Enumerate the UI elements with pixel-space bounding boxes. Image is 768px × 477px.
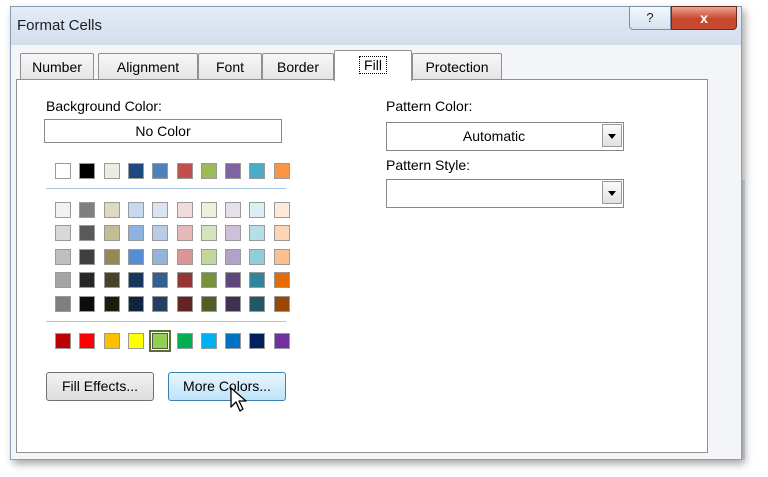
theme-tint-swatch[interactable] (127, 295, 144, 312)
theme-tint-swatch[interactable] (152, 272, 169, 289)
tab-alignment[interactable]: Alignment (98, 53, 198, 80)
no-color-button[interactable]: No Color (44, 119, 282, 143)
theme-color-swatch[interactable] (127, 163, 144, 179)
theme-color-swatch[interactable] (152, 163, 169, 179)
standard-color-swatch[interactable] (79, 333, 96, 349)
more-colors-button[interactable]: More Colors... (168, 372, 286, 401)
pattern-color-label: Pattern Color: (386, 98, 473, 114)
theme-tint-swatch[interactable] (225, 248, 242, 265)
theme-tint-swatch[interactable] (200, 225, 217, 242)
chevron-down-icon[interactable] (602, 124, 622, 147)
fill-effects-button[interactable]: Fill Effects... (46, 372, 154, 401)
tab-fill-label: Fill (359, 56, 387, 74)
theme-tint-swatch[interactable] (176, 225, 193, 242)
theme-tint-swatch[interactable] (55, 272, 71, 289)
theme-tint-swatch[interactable] (79, 272, 96, 289)
theme-tint-swatch[interactable] (225, 225, 242, 242)
help-button[interactable]: ? (629, 6, 671, 30)
tab-font[interactable]: Font (198, 53, 262, 80)
tab-number[interactable]: Number (20, 53, 94, 80)
theme-tint-swatch[interactable] (200, 248, 217, 265)
theme-tint-swatch[interactable] (103, 272, 120, 289)
theme-tint-swatch[interactable] (176, 202, 193, 218)
pattern-style-dropdown[interactable] (386, 179, 624, 208)
theme-tint-swatch[interactable] (249, 272, 266, 289)
theme-tint-swatch[interactable] (273, 248, 290, 265)
theme-tint-swatch[interactable] (152, 295, 169, 312)
theme-tint-swatch[interactable] (127, 202, 144, 218)
tab-protection[interactable]: Protection (412, 53, 502, 80)
theme-color-swatch[interactable] (200, 163, 217, 179)
standard-color-swatch[interactable] (149, 330, 172, 352)
theme-tint-swatch[interactable] (176, 248, 193, 265)
theme-tint-swatch[interactable] (273, 295, 290, 312)
theme-tint-swatch[interactable] (225, 202, 242, 218)
theme-tint-swatch[interactable] (225, 272, 242, 289)
theme-tint-swatch[interactable] (55, 225, 71, 242)
theme-tint-swatch[interactable] (200, 272, 217, 289)
palette-separator (46, 321, 286, 322)
theme-color-swatch[interactable] (176, 163, 193, 179)
dialog-title: Format Cells (17, 17, 103, 34)
theme-tint-swatch[interactable] (79, 295, 96, 312)
theme-color-swatch[interactable] (103, 163, 120, 179)
theme-tint-swatch[interactable] (249, 248, 266, 265)
theme-tint-swatch[interactable] (176, 272, 193, 289)
theme-tint-swatch[interactable] (55, 248, 71, 265)
tab-fill[interactable]: Fill (334, 50, 412, 81)
standard-color-swatch[interactable] (127, 333, 144, 349)
theme-color-swatch[interactable] (249, 163, 266, 179)
standard-color-swatch[interactable] (200, 333, 217, 349)
theme-tint-swatch[interactable] (103, 202, 120, 218)
theme-tint-swatch[interactable] (55, 295, 71, 312)
theme-tint-swatch[interactable] (200, 295, 217, 312)
theme-tint-swatch[interactable] (152, 248, 169, 265)
theme-tint-swatch[interactable] (273, 272, 290, 289)
theme-tint-swatch[interactable] (55, 202, 71, 218)
close-button[interactable]: x (671, 6, 737, 30)
theme-color-swatch[interactable] (225, 163, 242, 179)
theme-tint-swatch[interactable] (249, 295, 266, 312)
theme-tint-swatch[interactable] (127, 248, 144, 265)
standard-color-swatch[interactable] (249, 333, 266, 349)
theme-color-swatch[interactable] (79, 163, 96, 179)
tab-border[interactable]: Border (262, 53, 334, 80)
chevron-down-icon[interactable] (602, 181, 622, 204)
theme-tint-swatch[interactable] (273, 225, 290, 242)
pattern-style-label: Pattern Style: (386, 157, 471, 173)
theme-tint-swatch[interactable] (103, 225, 120, 242)
theme-color-swatch[interactable] (273, 163, 290, 179)
palette-separator (46, 188, 286, 189)
theme-tint-swatch[interactable] (200, 202, 217, 218)
theme-tint-swatch[interactable] (79, 202, 96, 218)
pattern-color-value: Automatic (462, 128, 526, 144)
standard-color-swatch[interactable] (225, 333, 242, 349)
theme-tint-swatch[interactable] (127, 272, 144, 289)
theme-tint-swatch[interactable] (152, 225, 169, 242)
theme-tint-swatch[interactable] (225, 295, 242, 312)
theme-tint-swatch[interactable] (103, 248, 120, 265)
theme-tint-swatch[interactable] (152, 202, 169, 218)
theme-tint-swatch[interactable] (273, 202, 290, 218)
background-color-label: Background Color: (46, 98, 162, 114)
title-bar: Format Cells ? x (11, 6, 741, 45)
standard-color-swatch[interactable] (55, 333, 71, 349)
theme-tint-swatch[interactable] (79, 225, 96, 242)
standard-color-swatch[interactable] (176, 333, 193, 349)
pattern-color-dropdown[interactable]: Automatic (386, 122, 624, 151)
theme-tint-swatch[interactable] (249, 225, 266, 242)
theme-tint-swatch[interactable] (249, 202, 266, 218)
standard-color-swatch[interactable] (273, 333, 290, 349)
theme-tint-swatch[interactable] (127, 225, 144, 242)
theme-tint-swatch[interactable] (103, 295, 120, 312)
theme-tint-swatch[interactable] (176, 295, 193, 312)
theme-color-swatch[interactable] (55, 163, 71, 179)
mouse-cursor-icon (230, 387, 247, 412)
theme-tint-swatch[interactable] (79, 248, 96, 265)
standard-color-swatch[interactable] (103, 333, 120, 349)
